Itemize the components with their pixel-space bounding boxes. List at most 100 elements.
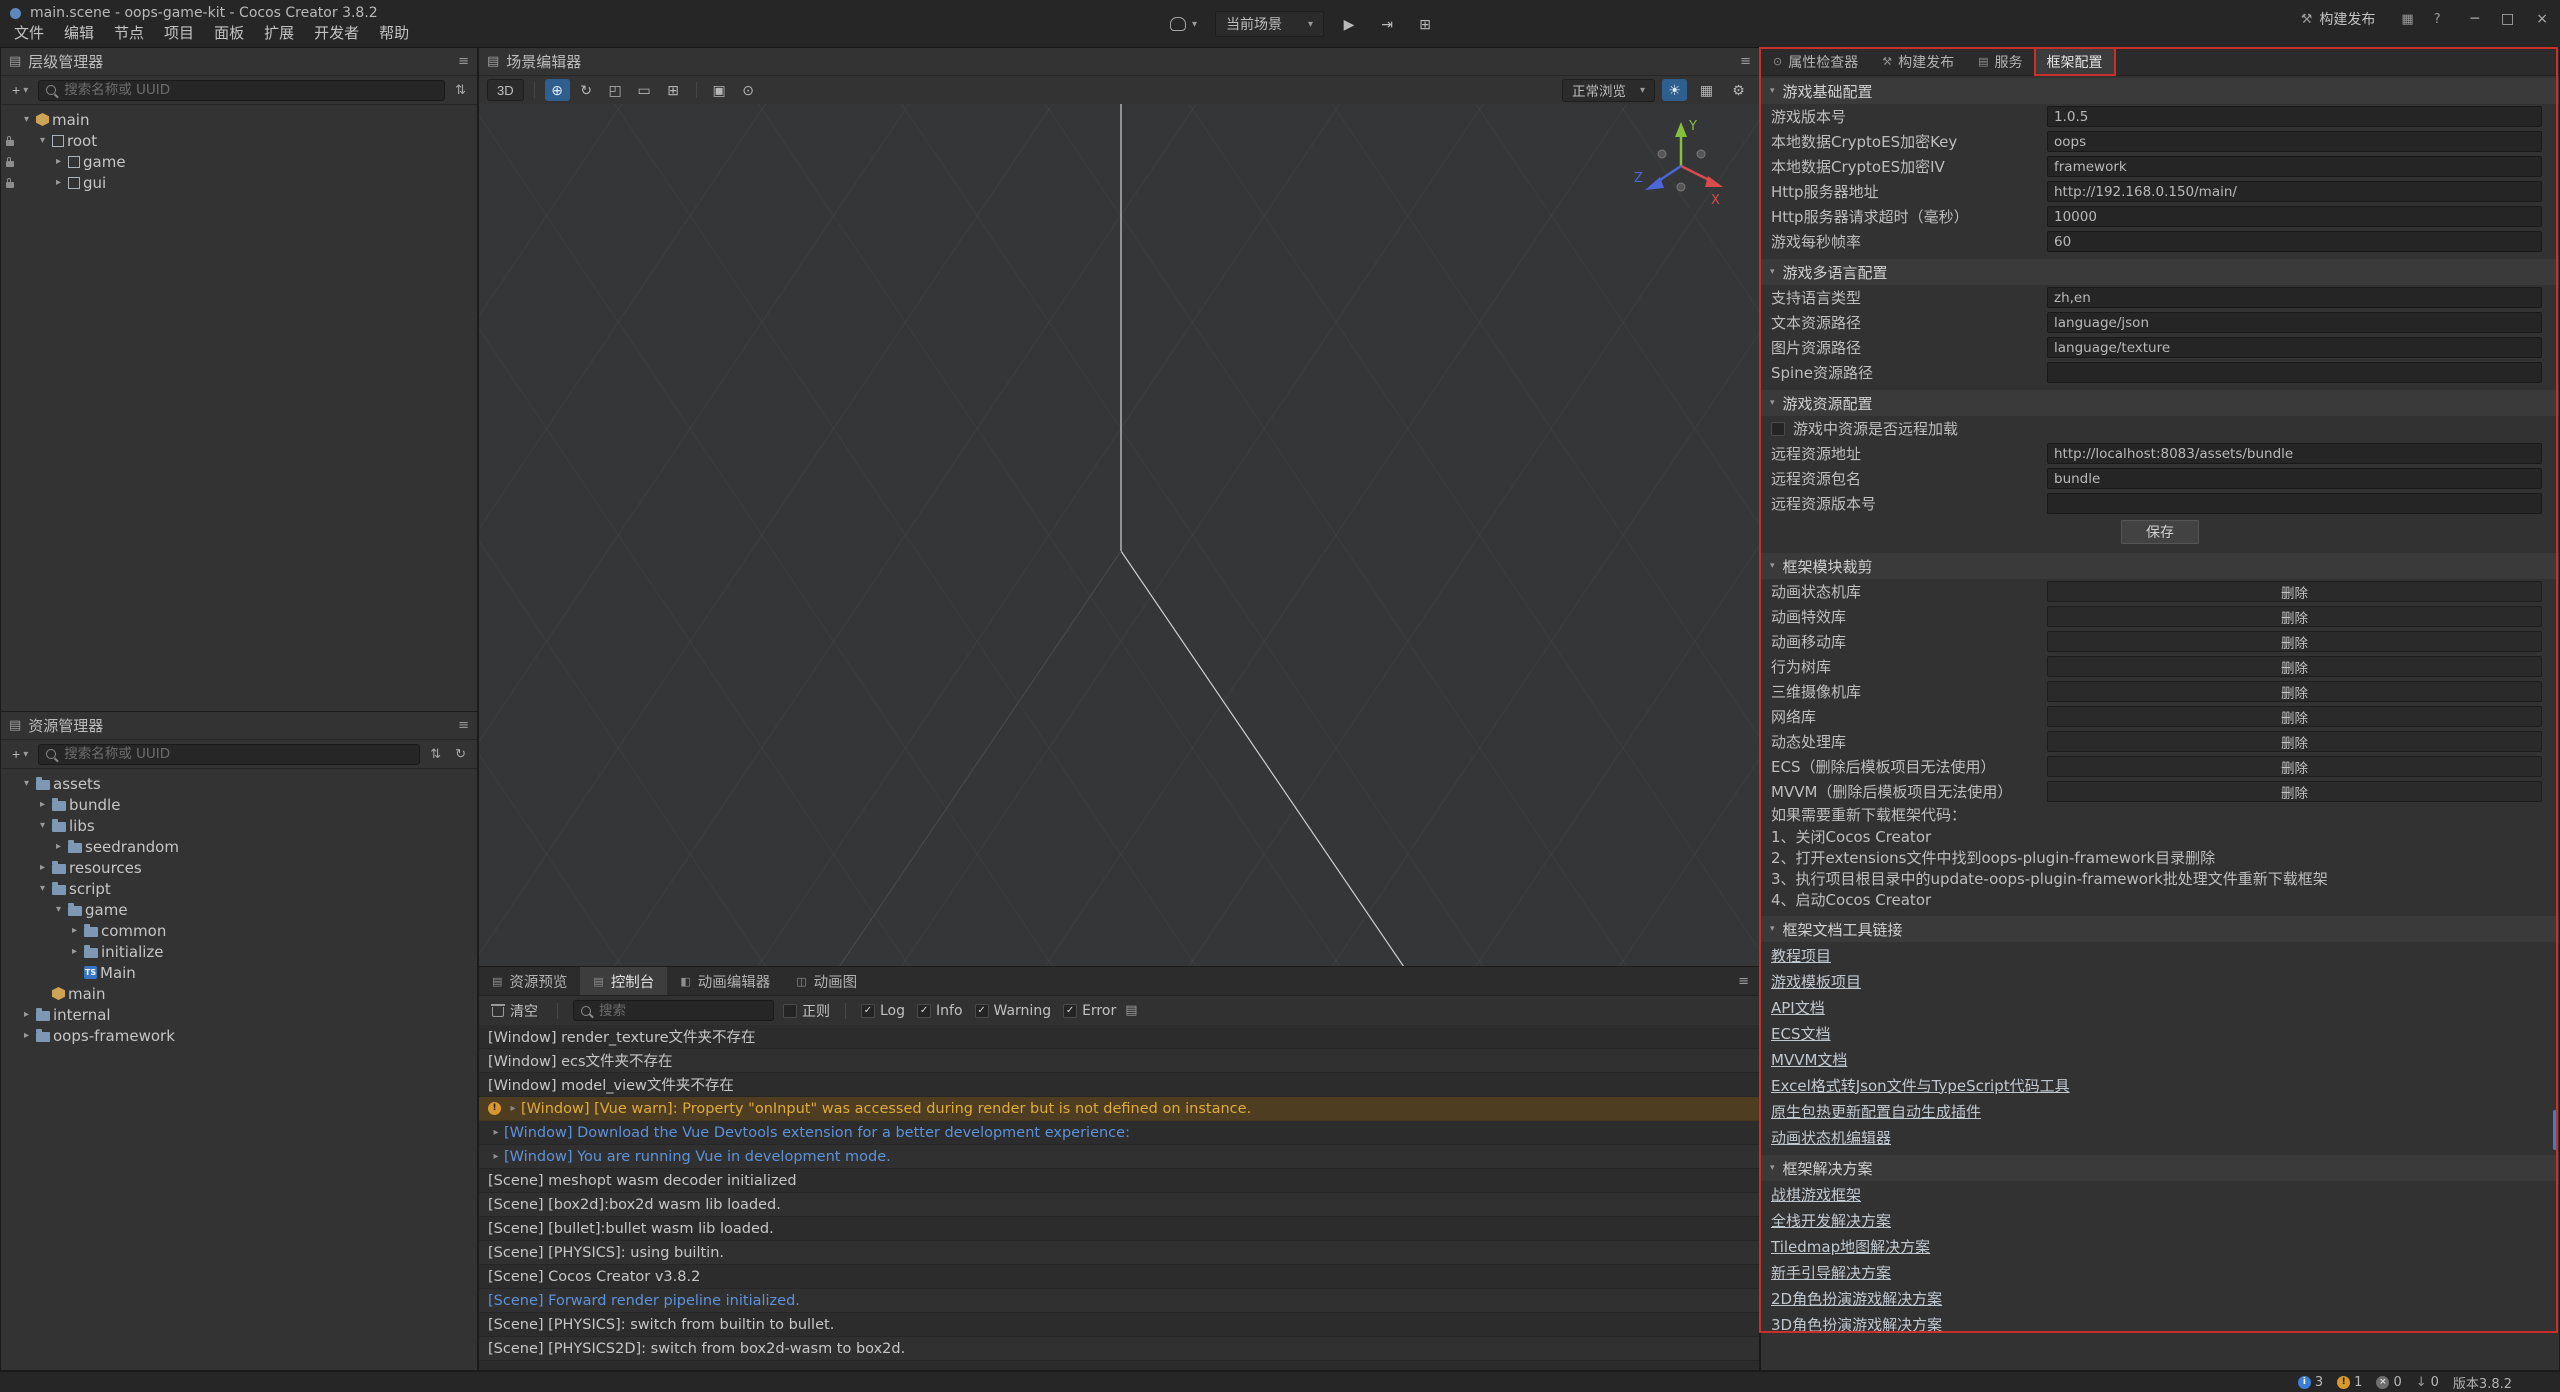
module-delete-button[interactable]: 删除 [2047, 631, 2542, 652]
console-log-row[interactable]: [Window] ecs文件夹不存在 [479, 1049, 1759, 1073]
clear-console-button[interactable]: 清空 [488, 999, 542, 1023]
create-node-button[interactable]: + ▾ [8, 80, 32, 100]
tree-node-row[interactable]: ▸gui [1, 172, 477, 193]
remote-load-checkbox[interactable] [1771, 422, 1785, 436]
save-button[interactable]: 保存 [2121, 520, 2199, 544]
scrollbar-thumb[interactable] [2553, 1110, 2558, 1150]
create-asset-button[interactable]: + ▾ [8, 744, 32, 764]
scale-tool-button[interactable]: ◰ [603, 79, 628, 101]
expand-arrow-icon[interactable]: ▾ [35, 883, 50, 894]
doc-link[interactable]: Excel格式转Json文件与TypeScript代码工具 [1771, 1075, 2070, 1096]
field-input[interactable] [2047, 337, 2542, 358]
tree-node-row[interactable]: ▾root [1, 130, 477, 151]
doc-link[interactable]: Tiledmap地图解决方案 [1771, 1236, 1930, 1257]
expand-arrow-icon[interactable]: ▸ [505, 1103, 521, 1114]
section-header[interactable]: ▾ 游戏多语言配置 [1761, 259, 2559, 285]
section-header[interactable]: ▾ 框架解决方案 [1761, 1155, 2559, 1181]
section-header[interactable]: ▾ 游戏资源配置 [1761, 390, 2559, 416]
tree-node-row[interactable]: main [1, 983, 477, 1004]
pivot-toggle-button[interactable]: ▣ [707, 79, 732, 101]
menu-item[interactable]: 扩展 [254, 19, 304, 46]
panel-menu-icon[interactable]: ≡ [458, 719, 469, 732]
camera-preview-button[interactable]: ▦ [1694, 79, 1719, 101]
scene-select-dropdown[interactable]: 当前场景 ▾ [1215, 11, 1324, 37]
play-button[interactable]: ▶ [1336, 12, 1362, 36]
tab-动画图[interactable]: ◫动画图 [783, 967, 870, 995]
orientation-gizmo[interactable]: Y X Z [1629, 112, 1734, 217]
tree-node-row[interactable]: ▸bundle [1, 794, 477, 815]
module-delete-button[interactable]: 删除 [2047, 706, 2542, 727]
menu-item[interactable]: 面板 [204, 19, 254, 46]
coordinate-toggle-button[interactable]: ⊙ [736, 79, 761, 101]
expand-arrow-icon[interactable]: ▾ [51, 904, 66, 915]
console-log-row[interactable]: [Scene] [box2d]:box2d wasm lib loaded. [479, 1193, 1759, 1217]
module-delete-button[interactable]: 删除 [2047, 606, 2542, 627]
view-mode-select[interactable]: 正常浏览 ▾ [1562, 79, 1655, 102]
filter-Warning[interactable]: ✓Warning [975, 1003, 1052, 1019]
tree-node-row[interactable]: ▾script [1, 878, 477, 899]
tab-资源预览[interactable]: ▤资源预览 [479, 967, 580, 995]
expand-arrow-icon[interactable]: ▸ [51, 177, 66, 188]
menu-item[interactable]: 项目 [154, 19, 204, 46]
console-error-count[interactable]: × 0 [2376, 1375, 2401, 1390]
scene-settings-button[interactable]: ⚙ [1726, 79, 1751, 101]
tab-构建发布[interactable]: ⚒构建发布 [1870, 48, 1966, 75]
tree-node-row[interactable]: ▸game [1, 151, 477, 172]
console-log-row[interactable]: [Scene] [PHYSICS2D]: switch from box2d-w… [479, 1337, 1759, 1361]
tree-node-row[interactable]: ▸oops-framework [1, 1025, 477, 1046]
tab-属性检查器[interactable]: ⊙属性检查器 [1761, 48, 1870, 75]
lock-icon[interactable] [6, 161, 14, 167]
assets-refresh-button[interactable]: ↻ [451, 744, 470, 764]
lock-icon[interactable] [6, 182, 14, 188]
doc-link[interactable]: 游戏模板项目 [1771, 971, 1861, 992]
module-delete-button[interactable]: 删除 [2047, 581, 2542, 602]
checkbox-icon[interactable] [783, 1004, 797, 1018]
field-input[interactable] [2047, 181, 2542, 202]
doc-link[interactable]: 原生包热更新配置自动生成插件 [1771, 1101, 1981, 1122]
console-log-row[interactable]: [Scene] [PHYSICS]: switch from builtin t… [479, 1313, 1759, 1337]
tree-node-row[interactable]: ▸resources [1, 857, 477, 878]
expand-arrow-icon[interactable]: ▾ [19, 114, 34, 125]
tab-服务[interactable]: ▤服务 [1966, 48, 2034, 75]
field-input[interactable] [2047, 362, 2542, 383]
help-icon[interactable]: ? [2434, 13, 2441, 26]
expand-arrow-icon[interactable]: ▸ [19, 1030, 34, 1041]
menu-item[interactable]: 帮助 [369, 19, 419, 46]
field-input[interactable] [2047, 443, 2542, 464]
console-log-row[interactable]: ▸[Window] Download the Vue Devtools exte… [479, 1121, 1759, 1145]
minimize-button[interactable]: ─ [2471, 11, 2479, 27]
doc-link[interactable]: 动画状态机编辑器 [1771, 1127, 1891, 1148]
rect-tool-button[interactable]: ▭ [632, 79, 657, 101]
console-log-row[interactable]: [Scene] Cocos Creator v3.8.2 [479, 1265, 1759, 1289]
doc-link[interactable]: 2D角色扮演游戏解决方案 [1771, 1288, 1942, 1309]
expand-arrow-icon[interactable]: ▸ [488, 1151, 504, 1162]
field-input[interactable] [2047, 468, 2542, 489]
console-log-row[interactable]: [Scene] Forward render pipeline initiali… [479, 1289, 1759, 1313]
tree-node-row[interactable]: ▸internal [1, 1004, 477, 1025]
maximize-button[interactable]: □ [2501, 11, 2514, 27]
menu-item[interactable]: 节点 [104, 19, 154, 46]
console-search-input[interactable] [597, 1002, 766, 1020]
expand-arrow-icon[interactable]: ▸ [19, 1009, 34, 1020]
expand-arrow-icon[interactable]: ▸ [51, 156, 66, 167]
expand-arrow-icon[interactable]: ▸ [51, 841, 66, 852]
tree-node-row[interactable]: ▸common [1, 920, 477, 941]
menu-item[interactable]: 开发者 [304, 19, 369, 46]
console-log-row[interactable]: [Scene] [PHYSICS]: using builtin. [479, 1241, 1759, 1265]
tree-node-row[interactable]: ▸initialize [1, 941, 477, 962]
tree-node-row[interactable]: ▾libs [1, 815, 477, 836]
expand-arrow-icon[interactable]: ▾ [35, 820, 50, 831]
panel-menu-icon[interactable]: ≡ [458, 55, 469, 68]
console-log-row[interactable]: [Window] model_view文件夹不存在 [479, 1073, 1759, 1097]
console-log-row[interactable]: [Scene] meshopt wasm decoder initialized [479, 1169, 1759, 1193]
build-publish-button[interactable]: ⚒ 构建发布 [2295, 6, 2382, 32]
doc-link[interactable]: MVVM文档 [1771, 1049, 1847, 1070]
tree-node-row[interactable]: ▸seedrandom [1, 836, 477, 857]
tree-node-row[interactable]: ▾assets [1, 773, 477, 794]
field-input[interactable] [2047, 287, 2542, 308]
export-log-button[interactable]: ▤ [1125, 1004, 1137, 1017]
expand-arrow-icon[interactable]: ▾ [19, 778, 34, 789]
console-log-row[interactable]: [Window] render_texture文件夹不存在 [479, 1025, 1759, 1049]
filter-Error[interactable]: ✓Error [1063, 1003, 1116, 1019]
projection-3d-toggle[interactable]: 3D [487, 79, 524, 101]
